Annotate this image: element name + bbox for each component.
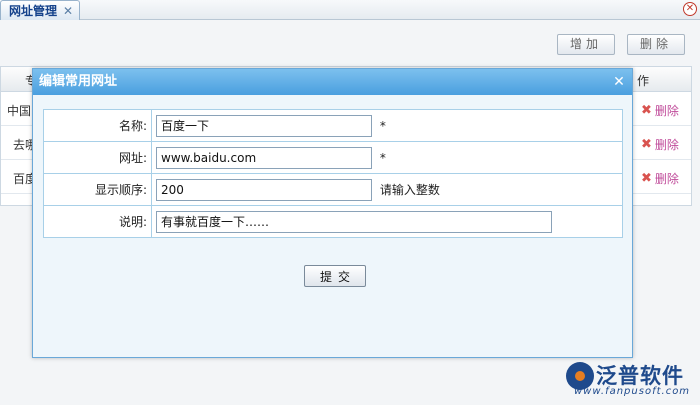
- url-label: 网址:: [43, 141, 152, 174]
- note-input[interactable]: [156, 210, 552, 233]
- url-required-mark: *: [379, 150, 386, 165]
- name-required-mark: *: [379, 118, 386, 133]
- dialog-close-icon[interactable]: ✕: [612, 75, 626, 89]
- row-delete-link[interactable]: ✖ 删除: [641, 170, 679, 187]
- row-delete-label: 删除: [654, 104, 679, 118]
- row-delete-label: 删除: [654, 172, 679, 186]
- delete-x-icon: ✖: [641, 103, 652, 118]
- window-close-icon[interactable]: ✕: [683, 2, 697, 16]
- row-delete-label: 删除: [654, 138, 679, 152]
- form-row-name: 名称: *: [43, 109, 623, 142]
- form-row-order: 显示顺序: 请输入整数: [43, 173, 623, 206]
- submit-button[interactable]: 提交: [304, 265, 366, 287]
- fanpu-logo: 泛普软件 www.fanpusoft.com: [566, 360, 694, 400]
- name-input[interactable]: [156, 114, 372, 137]
- dialog-title: 编辑常用网址: [39, 74, 118, 89]
- row-delete-link[interactable]: ✖ 删除: [641, 136, 679, 153]
- name-label: 名称:: [43, 109, 152, 142]
- form-row-url: 网址: *: [43, 141, 623, 174]
- tab-close-icon[interactable]: ✕: [63, 4, 73, 18]
- row-delete-link[interactable]: ✖ 删除: [641, 102, 679, 119]
- order-label: 显示顺序:: [43, 173, 152, 206]
- form-row-note: 说明:: [43, 205, 623, 238]
- add-button[interactable]: 增加: [557, 34, 615, 55]
- dialog-title-bar[interactable]: 编辑常用网址 ✕: [33, 69, 632, 95]
- delete-button[interactable]: 删除: [627, 34, 685, 55]
- tab-bar: 网址管理 ✕ ✕: [0, 0, 700, 20]
- order-input[interactable]: [156, 178, 372, 201]
- row-name-partial: 中国: [7, 104, 32, 118]
- edit-form: 名称: * 网址: * 显示顺序: 请输入整数 说明:: [43, 109, 623, 238]
- tab-label: 网址管理: [9, 4, 58, 18]
- note-label: 说明:: [43, 205, 152, 238]
- logo-url: www.fanpusoft.com: [574, 386, 691, 397]
- url-input[interactable]: [156, 146, 372, 169]
- delete-x-icon: ✖: [641, 171, 652, 186]
- edit-url-dialog: 编辑常用网址 ✕ 名称: * 网址: * 显示顺序: 请输入整数 说明:: [32, 68, 633, 358]
- delete-x-icon: ✖: [641, 137, 652, 152]
- order-hint: 请输入整数: [379, 183, 440, 197]
- tab-url-management[interactable]: 网址管理 ✕: [0, 0, 81, 20]
- grid-header-action-partial: 作: [637, 74, 650, 88]
